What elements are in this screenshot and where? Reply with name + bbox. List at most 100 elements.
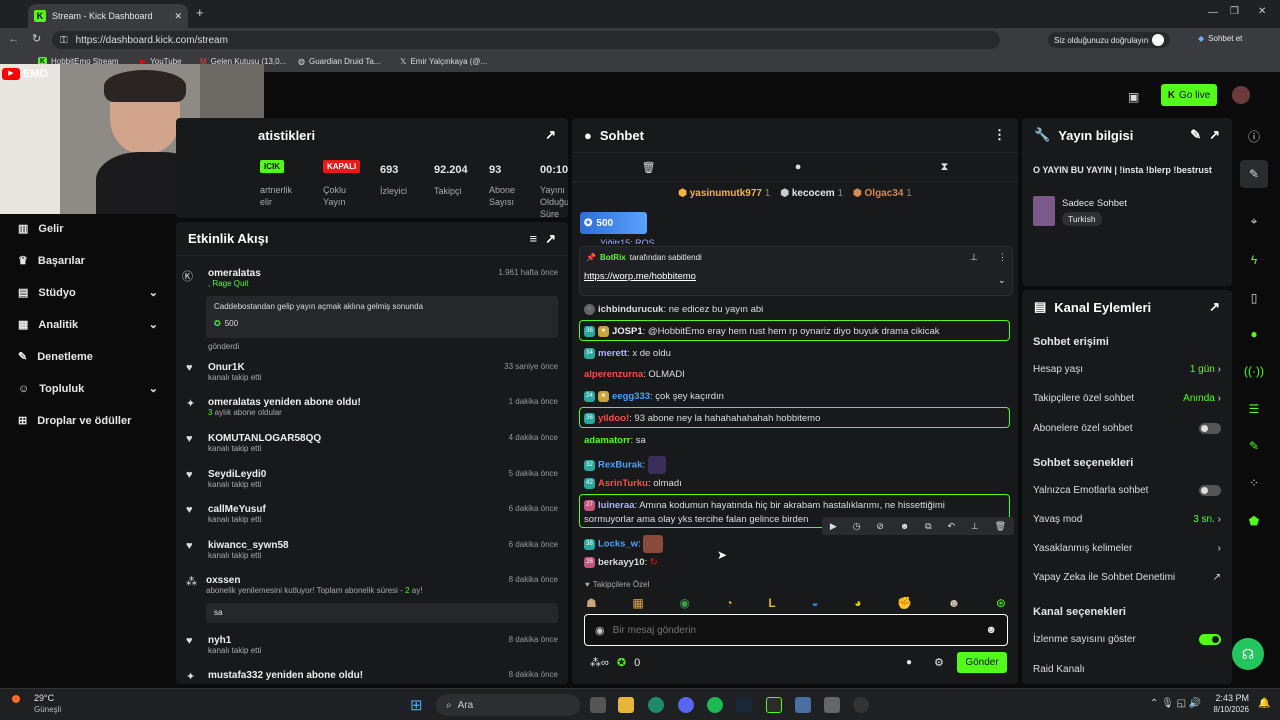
sidebar-item-basarilar[interactable]: ♛ Başarılar <box>18 254 85 268</box>
refresh-icon[interactable]: ↻ <box>32 32 41 45</box>
category-name[interactable]: Sadece Sohbet <box>1062 198 1127 209</box>
chat-icon[interactable]: ● <box>1240 320 1268 348</box>
verify-button[interactable]: Siz olduğunuzu doğrulayın <box>1048 32 1171 48</box>
taskbar-search[interactable]: ⌕ Ara <box>436 694 580 716</box>
emoji-icon[interactable]: ☻ <box>985 624 997 636</box>
raid-row[interactable]: Raid Kanalı <box>1033 664 1221 675</box>
emote-icon[interactable]: L <box>768 596 775 610</box>
ban-icon[interactable]: ⊘ <box>876 521 884 532</box>
popout-icon[interactable]: ↗ <box>545 127 556 143</box>
back-icon[interactable]: ← <box>8 33 19 45</box>
bookmark-item[interactable]: 𝕏 Emir Yalçınkaya (@... <box>400 57 487 66</box>
emote-icon[interactable]: ▦ <box>632 596 643 610</box>
url-input[interactable]: ⚿ https://dashboard.kick.com/stream <box>52 31 1000 49</box>
emote-icon[interactable]: ☻ <box>948 596 961 610</box>
banned-words-row[interactable]: Yasaklanmış kelimeler › <box>1033 543 1221 554</box>
hourglass-icon[interactable]: ⧗ <box>941 161 949 174</box>
task-view-icon[interactable] <box>590 697 606 713</box>
gifter-item[interactable]: ⬢ Olgac34 1 <box>853 188 912 199</box>
popout-icon[interactable]: ↗ <box>545 231 556 247</box>
unpin-icon[interactable]: ⊥ <box>970 252 978 263</box>
slow-mode-row[interactable]: Yavaş mod 3 sn. › <box>1033 514 1221 525</box>
timeout-icon[interactable]: ◷ <box>853 521 861 532</box>
emote-icon[interactable]: ◔ <box>725 596 732 610</box>
pin-icon[interactable]: ⊥ <box>971 521 979 532</box>
send-button[interactable]: Gönder <box>957 652 1007 673</box>
sidebar-item-topluluk[interactable]: ☺ Topluluk ⌄ <box>18 382 158 396</box>
edit-icon[interactable]: ✎ <box>1240 160 1268 188</box>
close-tab-icon[interactable]: ✕ <box>174 11 182 22</box>
undo-icon[interactable]: ↶ <box>947 521 955 532</box>
spotify-icon[interactable] <box>707 697 723 713</box>
app-icon[interactable] <box>795 697 811 713</box>
sidebar-item-denetleme[interactable]: ✎ Denetleme <box>18 350 93 364</box>
camera-icon[interactable]: ▣ <box>1128 90 1139 104</box>
new-tab-icon[interactable]: + <box>196 5 204 20</box>
filter-icon[interactable]: ≡ <box>530 231 538 246</box>
emotes-only-toggle[interactable] <box>1199 485 1221 496</box>
sidebar-item-analitik[interactable]: ▦ Analitik ⌄ <box>18 318 158 332</box>
shield-icon[interactable]: ⬟ <box>1240 507 1268 535</box>
more-options-icon[interactable]: ⋮ <box>993 127 1006 143</box>
steam-icon[interactable] <box>736 697 752 713</box>
emote-icon[interactable]: ◕ <box>854 596 861 610</box>
settings-icon[interactable] <box>824 697 840 713</box>
message-field[interactable] <box>612 624 978 636</box>
chat-bubble-icon[interactable]: ● <box>906 657 912 668</box>
sidebar-item-studyo[interactable]: ▤ Stüdyo ⌄ <box>18 286 158 300</box>
emoji-icon[interactable]: ☻ <box>900 521 909 531</box>
close-window-icon[interactable]: ✕ <box>1258 6 1266 17</box>
gifter-item[interactable]: ⬢ kecocem 1 <box>780 188 843 199</box>
sidebar-item-droplar[interactable]: ⊞ Droplar ve ödüller <box>18 414 131 428</box>
delete-icon[interactable]: 🗑 <box>995 521 1006 532</box>
go-live-button[interactable]: K Go live <box>1161 84 1217 106</box>
obs-icon[interactable] <box>853 697 869 713</box>
maximize-icon[interactable]: ❐ <box>1230 6 1239 17</box>
browser-tab[interactable]: K Stream - Kick Dashboard ✕ <box>28 4 188 28</box>
more-options-icon[interactable]: ⋮ <box>998 252 1007 263</box>
wrench-icon[interactable]: ✎ <box>1240 432 1268 460</box>
subs-chat-toggle[interactable] <box>1199 423 1221 434</box>
community-icon[interactable]: ⁂∞ <box>590 656 609 669</box>
edit-icon[interactable]: ✎ <box>1190 127 1201 143</box>
chevron-down-icon[interactable]: ⌄ <box>998 275 1006 286</box>
lightning-icon[interactable]: ϟ <box>1240 246 1268 274</box>
bookmark-item[interactable]: ◍ Guardian Druid Ta... <box>298 57 380 66</box>
terminal-icon[interactable] <box>766 697 782 713</box>
chat-input[interactable]: ◉ ☻ <box>584 614 1008 646</box>
share-icon[interactable]: ⁘ <box>1240 469 1268 497</box>
broadcast-icon[interactable]: ((·)) <box>1240 357 1268 385</box>
trash-icon[interactable]: 🗑 <box>642 161 656 174</box>
gifter-item[interactable]: ⬢ yasinumutk977 1 <box>678 188 770 199</box>
info-icon[interactable]: ⓘ <box>1240 122 1268 150</box>
account-age-row[interactable]: Hesap yaşı 1 gün › <box>1033 364 1221 375</box>
clock-date[interactable]: 8/10/2026 <box>1199 705 1249 714</box>
copilot-button[interactable]: ◆ Sohbet et <box>1198 34 1242 43</box>
target-icon[interactable]: ⌖ <box>1240 207 1268 235</box>
edge-icon[interactable] <box>648 697 664 713</box>
ai-mod-row[interactable]: Yapay Zeka ile Sohbet Denetimi ↗ <box>1033 572 1221 583</box>
list-icon[interactable]: ☰ <box>1240 395 1268 423</box>
emote-icon[interactable]: ◒ <box>811 596 818 610</box>
file-explorer-icon[interactable] <box>618 697 634 713</box>
windows-start-icon[interactable]: ⊞ <box>410 696 423 714</box>
followers-chat-row[interactable]: Takipçilere özel sohbet Anında › <box>1033 393 1221 404</box>
clock-time[interactable]: 2:43 PM <box>1209 693 1249 703</box>
gear-icon[interactable]: ⚙ <box>934 656 944 669</box>
emote-icon[interactable]: ☗ <box>586 596 597 610</box>
emote-icon[interactable]: ✊ <box>897 596 912 610</box>
tray-icons[interactable]: ⌃ 🎙 ◱ 🔊 <box>1150 698 1201 709</box>
notification-icon[interactable]: 🔔 <box>1258 698 1270 709</box>
pinned-link[interactable]: https://worp.me/hobbitemo <box>584 271 696 282</box>
document-icon[interactable]: ▯ <box>1240 284 1268 312</box>
kicks-gift-pill[interactable]: ✪ 500 <box>580 212 647 234</box>
show-viewers-toggle[interactable] <box>1199 634 1221 645</box>
minimize-icon[interactable]: — <box>1208 7 1218 18</box>
discord-icon[interactable] <box>678 697 694 713</box>
copy-icon[interactable]: ⧉ <box>925 521 931 532</box>
support-chat-icon[interactable]: ☊ <box>1232 638 1264 670</box>
emote-icon[interactable]: ◉ <box>679 596 689 610</box>
play-icon[interactable]: ▶ <box>830 521 837 532</box>
popout-icon[interactable]: ↗ <box>1209 127 1220 143</box>
chat-bubble-icon[interactable]: ● <box>795 161 802 173</box>
